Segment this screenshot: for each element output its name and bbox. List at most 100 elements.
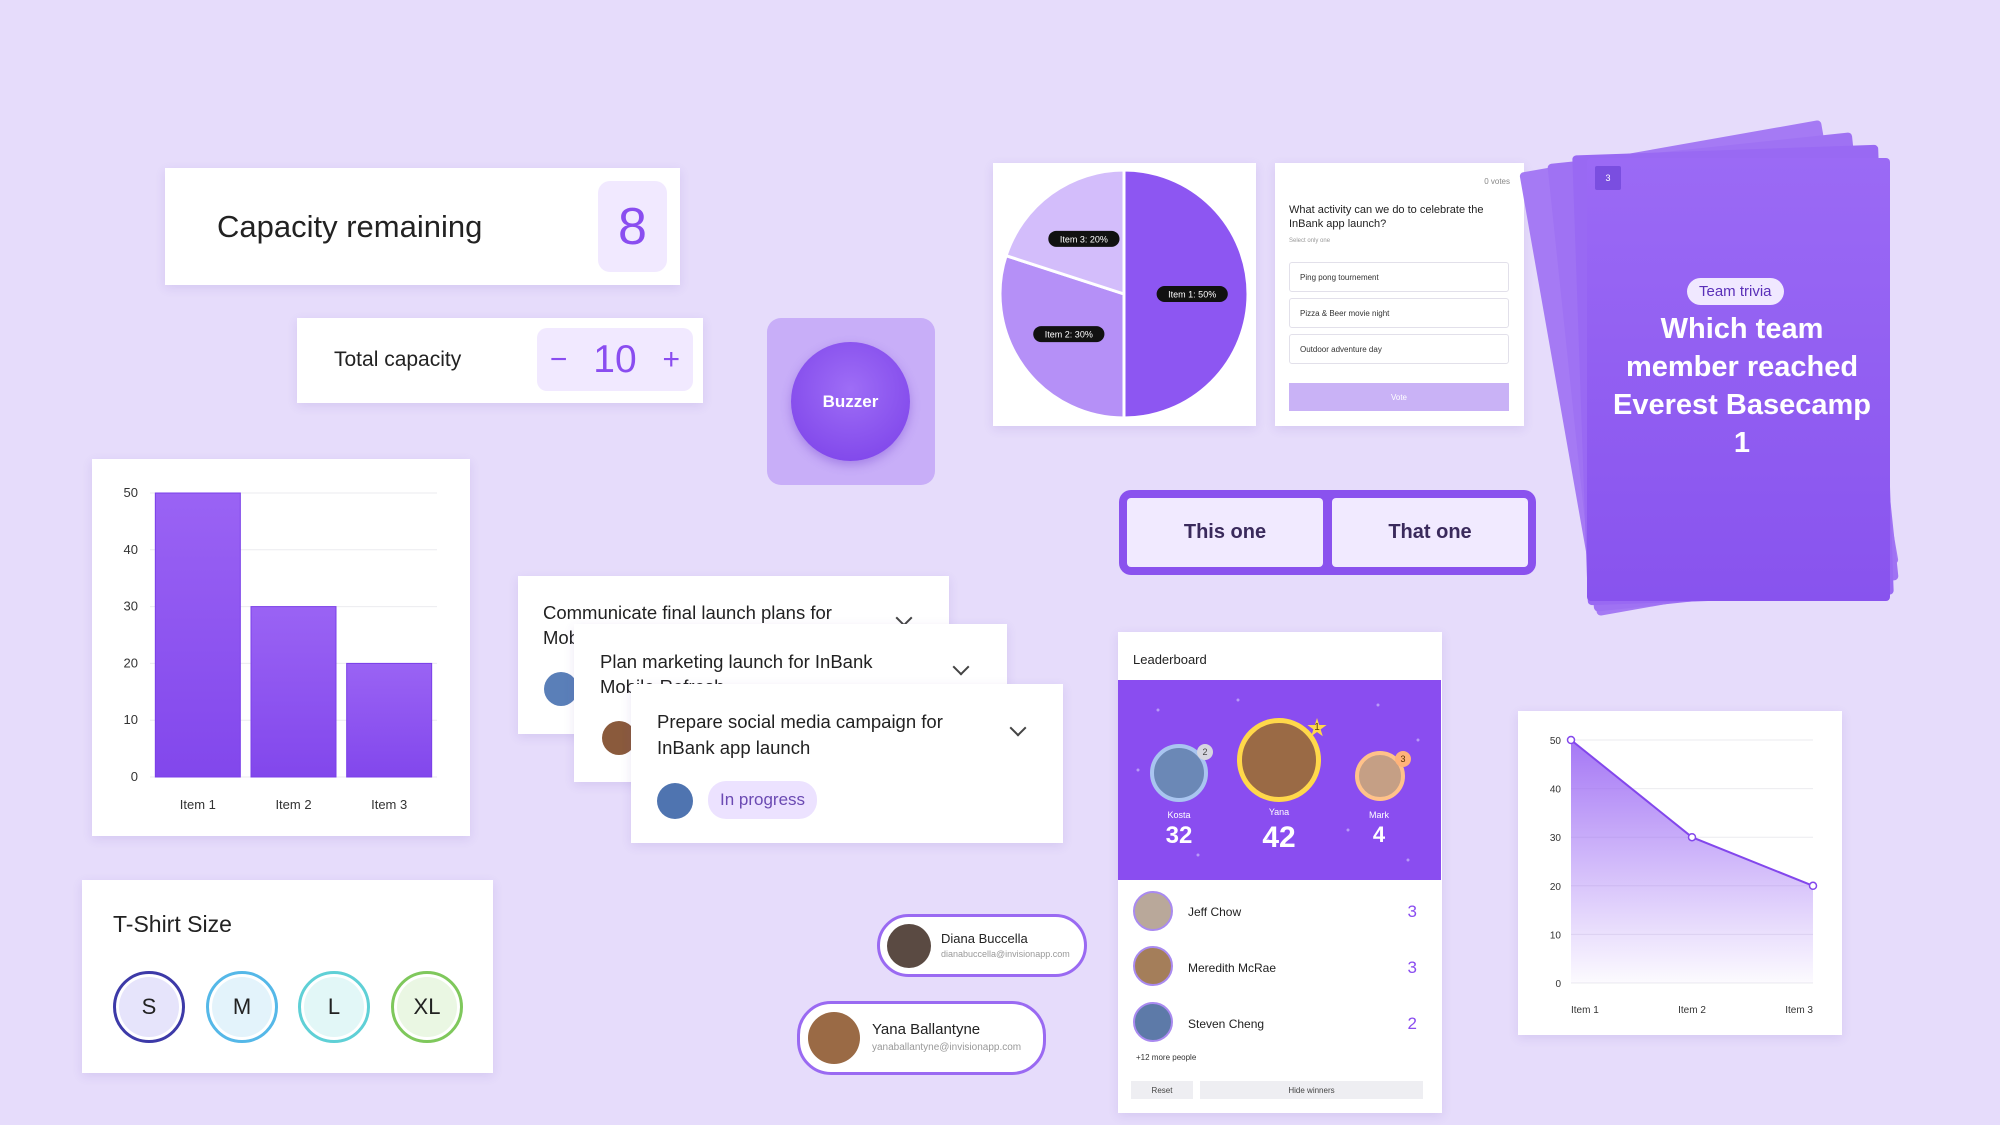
tshirt-size-card: T-Shirt Size S M L XL: [82, 880, 493, 1073]
data-point: [1687, 832, 1697, 842]
size-label: M: [212, 977, 272, 1037]
avatar: [544, 672, 578, 706]
contact-email: yanaballantyne@invisionapp.com: [872, 1042, 1022, 1053]
avatar: [1133, 946, 1173, 986]
leader-name: Yana: [1268, 807, 1290, 817]
leader-score: 42: [1262, 821, 1296, 854]
bar: [250, 606, 337, 778]
leaderboard-title: Leaderboard: [1133, 652, 1207, 667]
trivia-category-chip: Team trivia: [1687, 278, 1784, 305]
capacity-stepper: − 10 +: [537, 328, 693, 391]
contact-name: Yana Ballantyne: [872, 1021, 981, 1038]
trivia-card[interactable]: 3 Team trivia Which team member reached …: [1587, 158, 1890, 601]
buzzer-card: Buzzer: [767, 318, 935, 485]
x-tick-label: Item 1: [1571, 1005, 1599, 1016]
total-capacity-card: Total capacity − 10 +: [297, 318, 703, 403]
size-label: L: [304, 977, 364, 1037]
x-tick-label: Item 3: [371, 797, 407, 812]
avatar: [1133, 891, 1173, 931]
status-badge: In progress: [708, 781, 818, 819]
leaderboard-row-score: 3: [1407, 902, 1417, 921]
y-tick-label: 30: [1550, 833, 1562, 844]
x-tick-label: Item 1: [180, 797, 216, 812]
bar: [154, 492, 241, 778]
size-option-s[interactable]: S: [113, 971, 185, 1043]
card-number-badge: 3: [1595, 166, 1621, 190]
capacity-remaining-label: Capacity remaining: [217, 209, 483, 244]
more-people-text: +12 more people: [1136, 1053, 1197, 1062]
slice-label: Item 1: 50%: [1168, 290, 1216, 300]
that-one-button[interactable]: That one: [1332, 498, 1528, 567]
y-tick-label: 40: [1550, 785, 1562, 796]
y-tick-label: 50: [1550, 736, 1562, 747]
x-tick-label: Item 3: [1785, 1005, 1813, 1016]
vote-button[interactable]: Vote: [1289, 383, 1509, 411]
task-title-line2: InBank app launch: [657, 737, 811, 758]
buzzer-button[interactable]: Buzzer: [791, 342, 910, 461]
x-tick-label: Item 2: [1678, 1005, 1706, 1016]
chevron-down-icon[interactable]: [1009, 719, 1027, 737]
x-tick-label: Item 2: [275, 797, 311, 812]
poll-option[interactable]: Pizza & Beer movie night: [1289, 298, 1509, 328]
pie-chart: Item 1: 50% Item 2: 30% Item 3: 20%: [998, 168, 1250, 420]
contact-name: Diana Buccella: [941, 931, 1028, 946]
hide-winners-button[interactable]: Hide winners: [1200, 1081, 1423, 1099]
tshirt-size-title: T-Shirt Size: [113, 911, 232, 937]
capacity-remaining-card: Capacity remaining 8: [165, 168, 680, 285]
size-label: S: [119, 977, 179, 1037]
y-tick-label: 20: [1550, 882, 1562, 893]
task-card[interactable]: Prepare social media campaign for InBank…: [631, 684, 1063, 843]
avatar: [808, 1012, 860, 1064]
y-tick-label: 0: [131, 769, 138, 784]
rank-badge: 2: [1197, 744, 1213, 760]
y-tick-label: 10: [124, 712, 138, 727]
increment-button[interactable]: +: [663, 343, 681, 377]
line-chart-card: 0 10 20 30 40 50 Item 1 Item 2 Item 3: [1518, 711, 1842, 1035]
area-fill: [1571, 740, 1813, 983]
poll-option[interactable]: Ping pong tournement: [1289, 262, 1509, 292]
y-tick-label: 10: [1550, 930, 1562, 941]
bar: [346, 662, 433, 778]
avatar: [1133, 1002, 1173, 1042]
bar-chart: 0 10 20 30 40 50 Item 1 Item 2 Item 3: [124, 485, 437, 812]
slice-label: Item 3: 20%: [1060, 234, 1108, 244]
size-option-m[interactable]: M: [206, 971, 278, 1043]
poll-option[interactable]: Outdoor adventure day: [1289, 334, 1509, 364]
capacity-value[interactable]: 10: [593, 338, 636, 382]
leaderboard-row-name: Jeff Chow: [1188, 905, 1242, 919]
leader-name: Mark: [1369, 810, 1389, 820]
choice-group: This one That one: [1119, 490, 1536, 575]
y-tick-label: 30: [124, 599, 138, 614]
poll-card: 0 votes What activity can we do to celeb…: [1275, 163, 1524, 426]
contact-email: dianabuccella@invisionapp.com: [941, 949, 1070, 959]
leader-score: 32: [1165, 822, 1193, 849]
leader-name: Kosta: [1167, 810, 1191, 820]
contact-chip[interactable]: Diana Buccella dianabuccella@invisionapp…: [877, 914, 1087, 977]
size-option-l[interactable]: L: [298, 971, 370, 1043]
size-label: XL: [397, 977, 457, 1037]
total-capacity-label: Total capacity: [334, 348, 462, 371]
y-tick-label: 40: [124, 542, 138, 557]
leaderboard-podium: 2 Kosta 32 1 Yana 42 3 Mark 4: [1118, 680, 1441, 880]
reset-button[interactable]: Reset: [1131, 1081, 1193, 1099]
y-tick-label: 0: [1555, 979, 1561, 990]
avatar: [657, 783, 693, 819]
poll-vote-count: 0 votes: [1484, 177, 1510, 186]
contact-chip[interactable]: Yana Ballantyne yanaballantyne@invisiona…: [797, 1001, 1046, 1075]
leaderboard-row-score: 3: [1407, 958, 1417, 977]
poll-hint: Select only one: [1289, 238, 1331, 244]
y-tick-label: 50: [124, 485, 138, 500]
task-title-line1: Prepare social media campaign for: [657, 711, 943, 732]
leaderboard-row-score: 2: [1407, 1014, 1417, 1033]
size-option-xl[interactable]: XL: [391, 971, 463, 1043]
data-point: [1566, 735, 1576, 745]
avatar-yana: [1237, 718, 1321, 802]
leaderboard-row-name: Steven Cheng: [1188, 1017, 1265, 1031]
bar-chart-card: 0 10 20 30 40 50 Item 1 Item 2 Item 3: [92, 459, 470, 836]
decrement-button[interactable]: −: [550, 343, 568, 377]
capacity-remaining-value: 8: [598, 181, 667, 272]
chevron-down-icon[interactable]: [952, 658, 970, 676]
pie-chart-card: Item 1: 50% Item 2: 30% Item 3: 20%: [993, 163, 1256, 426]
this-one-button[interactable]: This one: [1127, 498, 1323, 567]
leader-score: 4: [1372, 822, 1386, 847]
